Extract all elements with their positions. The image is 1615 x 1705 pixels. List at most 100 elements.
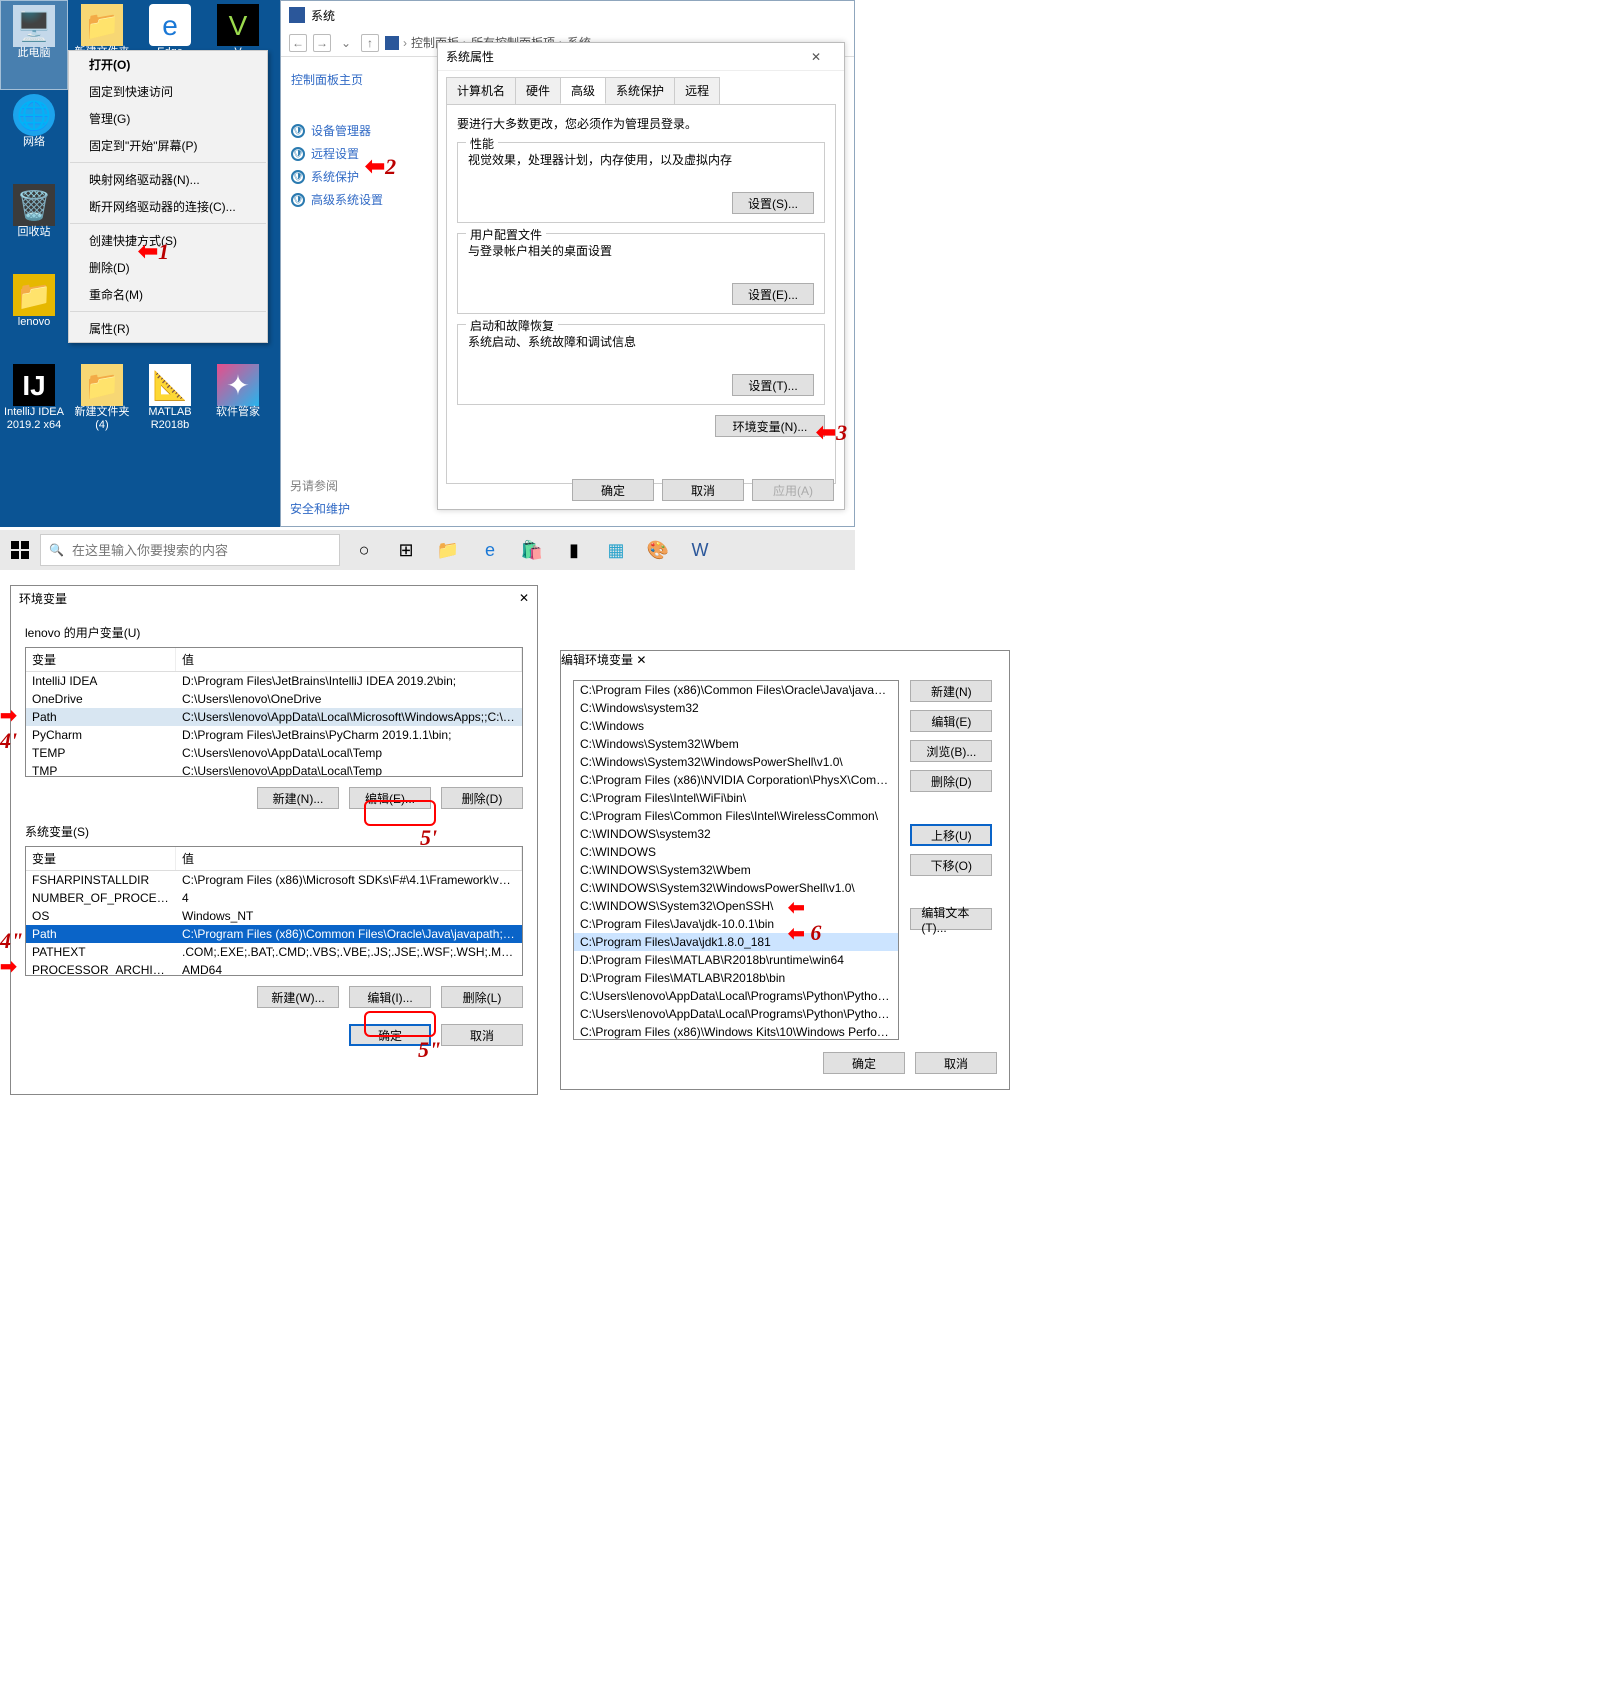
- forward-button[interactable]: →: [313, 34, 331, 52]
- cp-home[interactable]: 控制面板主页: [291, 71, 416, 88]
- startup-group: 启动和故障恢复 系统启动、系统故障和调试信息 设置(T)...: [457, 324, 825, 405]
- path-item[interactable]: C:\Program Files\Intel\WiFi\bin\: [574, 789, 898, 807]
- tab-protection[interactable]: 系统保护: [605, 77, 675, 104]
- close-icon[interactable]: ✕: [636, 653, 646, 667]
- edge-icon[interactable]: e: [470, 530, 510, 570]
- search-box[interactable]: 🔍: [40, 534, 340, 566]
- recent-dropdown[interactable]: ⌄: [337, 34, 355, 52]
- link-advanced[interactable]: 🛡高级系统设置: [291, 191, 416, 208]
- cmd-icon[interactable]: ▮: [554, 530, 594, 570]
- ctx-open[interactable]: 打开(O): [69, 51, 267, 78]
- path-item[interactable]: D:\Program Files\MATLAB\R2018b\runtime\w…: [574, 951, 898, 969]
- shield-icon: 🛡: [291, 124, 305, 138]
- app-icon[interactable]: ▦: [596, 530, 636, 570]
- path-item-selected[interactable]: C:\Program Files\Java\jdk1.8.0_181: [574, 933, 898, 951]
- path-item[interactable]: C:\WINDOWS\System32\WindowsPowerShell\v1…: [574, 879, 898, 897]
- desktop-icon-lenovo[interactable]: 📁lenovo: [0, 270, 68, 360]
- link-protection[interactable]: 🛡系统保护: [291, 168, 416, 185]
- link-device-manager[interactable]: 🛡设备管理器: [291, 122, 416, 139]
- path-item[interactable]: C:\Windows\System32\WindowsPowerShell\v1…: [574, 753, 898, 771]
- path-edit-button[interactable]: 编辑(E): [910, 710, 992, 732]
- separator: [70, 311, 266, 312]
- close-icon[interactable]: ✕: [796, 46, 836, 68]
- apply-button[interactable]: 应用(A): [752, 479, 834, 501]
- list-item: TMPC:\Users\lenovo\AppData\Local\Temp: [26, 762, 522, 777]
- ctx-properties[interactable]: 属性(R): [69, 315, 267, 342]
- desktop-icon-recycle[interactable]: 🗑️回收站: [0, 180, 68, 270]
- edit-env-dialog: 编辑环境变量 ✕ C:\Program Files (x86)\Common F…: [560, 650, 1010, 1090]
- ctx-map-drive[interactable]: 映射网络驱动器(N)...: [69, 166, 267, 193]
- path-down-button[interactable]: 下移(O): [910, 854, 992, 876]
- user-edit-button[interactable]: 编辑(E)...: [349, 787, 431, 809]
- word-icon[interactable]: W: [680, 530, 720, 570]
- path-item[interactable]: C:\Program Files\Java\jdk-10.0.1\bin: [574, 915, 898, 933]
- ctx-manage[interactable]: 管理(G): [69, 105, 267, 132]
- path-up-button[interactable]: 上移(U): [910, 824, 992, 846]
- close-icon[interactable]: ✕: [519, 591, 529, 605]
- ctx-rename[interactable]: 重命名(M): [69, 281, 267, 308]
- path-item[interactable]: C:\Program Files (x86)\Common Files\Orac…: [574, 681, 898, 699]
- system-titlebar: 系统: [281, 1, 854, 29]
- cancel-button[interactable]: 取消: [662, 479, 744, 501]
- cancel-button[interactable]: 取消: [915, 1052, 997, 1074]
- search-input[interactable]: [72, 543, 331, 558]
- start-button[interactable]: [0, 530, 40, 570]
- path-item[interactable]: C:\WINDOWS: [574, 843, 898, 861]
- user-vars-list[interactable]: 变量值 IntelliJ IDEAD:\Program Files\JetBra…: [25, 647, 523, 777]
- path-item[interactable]: C:\Program Files (x86)\Windows Kits\10\W…: [574, 1023, 898, 1040]
- desktop-icon-soft[interactable]: ✦软件管家: [204, 360, 272, 450]
- task-view-icon[interactable]: ⊞: [386, 530, 426, 570]
- desktop-icon-intellij[interactable]: IJIntelliJ IDEA 2019.2 x64: [0, 360, 68, 450]
- path-edittext-button[interactable]: 编辑文本(T)...: [910, 908, 992, 930]
- path-item[interactable]: C:\WINDOWS\System32\OpenSSH\: [574, 897, 898, 915]
- tab-hardware[interactable]: 硬件: [515, 77, 561, 104]
- path-item[interactable]: C:\Windows: [574, 717, 898, 735]
- path-item[interactable]: C:\WINDOWS\System32\Wbem: [574, 861, 898, 879]
- desktop-icon-network[interactable]: 🌐网络: [0, 90, 68, 180]
- ok-button[interactable]: 确定: [823, 1052, 905, 1074]
- startup-settings-button[interactable]: 设置(T)...: [732, 374, 814, 396]
- ctx-pin-start[interactable]: 固定到"开始"屏幕(P): [69, 132, 267, 159]
- path-item[interactable]: C:\Users\lenovo\AppData\Local\Programs\P…: [574, 987, 898, 1005]
- desktop-icon-this-pc[interactable]: 🖥️此电脑: [0, 0, 68, 90]
- path-new-button[interactable]: 新建(N): [910, 680, 992, 702]
- ctx-pin-quick[interactable]: 固定到快速访问: [69, 78, 267, 105]
- path-item[interactable]: C:\Windows\system32: [574, 699, 898, 717]
- user-delete-button[interactable]: 删除(D): [441, 787, 523, 809]
- sys-delete-button[interactable]: 删除(L): [441, 986, 523, 1008]
- desktop-icon-matlab[interactable]: 📐MATLAB R2018b: [136, 360, 204, 450]
- ok-button[interactable]: 确定: [572, 479, 654, 501]
- link-security[interactable]: 安全和维护: [290, 500, 350, 517]
- env-vars-button[interactable]: 环境变量(N)...: [715, 415, 825, 437]
- path-item[interactable]: C:\Program Files (x86)\NVIDIA Corporatio…: [574, 771, 898, 789]
- system-left-panel: 控制面板主页 🛡设备管理器 🛡远程设置 🛡系统保护 🛡高级系统设置: [281, 57, 426, 526]
- sys-vars-list[interactable]: 变量值 FSHARPINSTALLDIRC:\Program Files (x8…: [25, 846, 523, 976]
- cortana-icon[interactable]: ○: [344, 530, 384, 570]
- path-item[interactable]: C:\WINDOWS\system32: [574, 825, 898, 843]
- tab-computer-name[interactable]: 计算机名: [446, 77, 516, 104]
- perf-settings-button[interactable]: 设置(S)...: [732, 192, 814, 214]
- paint-icon[interactable]: 🎨: [638, 530, 678, 570]
- shield-icon: 🛡: [291, 193, 305, 207]
- sys-edit-button[interactable]: 编辑(I)...: [349, 986, 431, 1008]
- link-remote[interactable]: 🛡远程设置: [291, 145, 416, 162]
- cancel-button[interactable]: 取消: [441, 1024, 523, 1046]
- path-item[interactable]: C:\Windows\System32\Wbem: [574, 735, 898, 753]
- sys-new-button[interactable]: 新建(W)...: [257, 986, 339, 1008]
- tab-advanced[interactable]: 高级: [560, 77, 606, 104]
- path-browse-button[interactable]: 浏览(B)...: [910, 740, 992, 762]
- desktop-icon-folder4[interactable]: 📁新建文件夹 (4): [68, 360, 136, 450]
- user-settings-button[interactable]: 设置(E)...: [732, 283, 814, 305]
- user-new-button[interactable]: 新建(N)...: [257, 787, 339, 809]
- path-item[interactable]: D:\Program Files\MATLAB\R2018b\bin: [574, 969, 898, 987]
- ctx-disconnect[interactable]: 断开网络驱动器的连接(C)...: [69, 193, 267, 220]
- up-button[interactable]: ↑: [361, 34, 379, 52]
- back-button[interactable]: ←: [289, 34, 307, 52]
- path-list[interactable]: C:\Program Files (x86)\Common Files\Orac…: [573, 680, 899, 1040]
- store-icon[interactable]: 🛍️: [512, 530, 552, 570]
- explorer-icon[interactable]: 📁: [428, 530, 468, 570]
- path-delete-button[interactable]: 删除(D): [910, 770, 992, 792]
- tab-remote[interactable]: 远程: [674, 77, 720, 104]
- path-item[interactable]: C:\Program Files\Common Files\Intel\Wire…: [574, 807, 898, 825]
- path-item[interactable]: C:\Users\lenovo\AppData\Local\Programs\P…: [574, 1005, 898, 1023]
